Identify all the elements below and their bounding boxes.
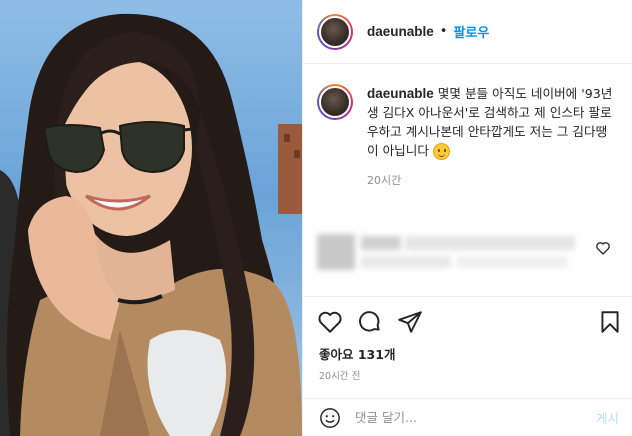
likes-count[interactable]: 좋아요 131개 (319, 344, 395, 363)
post-detail-panel: daeunable • 팔로우 daeunable 몇몇 분들 아직도 네이버에… (302, 0, 632, 436)
post-comment-button[interactable]: 게시 (596, 408, 619, 427)
caption: daeunable 몇몇 분들 아직도 네이버에 '93년생 김다X 아나운서'… (317, 84, 623, 188)
follow-button[interactable]: 팔로우 (453, 22, 489, 41)
post-header: daeunable • 팔로우 (303, 0, 632, 64)
photo-illustration (0, 13, 302, 436)
author-username[interactable]: daeunable (367, 24, 434, 39)
header-separator: • (439, 24, 448, 39)
smiling-face-icon (432, 143, 450, 160)
bookmark-icon[interactable] (597, 309, 623, 335)
caption-time[interactable]: 20시간 (367, 172, 613, 188)
comment-bubble-icon[interactable] (357, 309, 383, 335)
blurred-comment (317, 232, 581, 272)
like-heart-icon[interactable] (317, 309, 343, 335)
post-timestamp[interactable]: 20시간 전 (319, 368, 360, 382)
comment-bar: 게시 (303, 398, 632, 436)
action-bar (303, 296, 632, 337)
comment-input[interactable] (355, 410, 575, 425)
caption-username[interactable]: daeunable (367, 86, 434, 101)
share-paper-plane-icon[interactable] (397, 309, 423, 335)
comment-like-heart-icon[interactable] (595, 240, 611, 256)
emoji-smiley-icon[interactable] (319, 407, 341, 429)
caption-avatar[interactable] (317, 84, 353, 120)
caption-text-block: daeunable 몇몇 분들 아직도 네이버에 '93년생 김다X 아나운서'… (367, 84, 613, 160)
author-avatar[interactable] (317, 13, 353, 50)
post-photo[interactable] (0, 0, 302, 436)
